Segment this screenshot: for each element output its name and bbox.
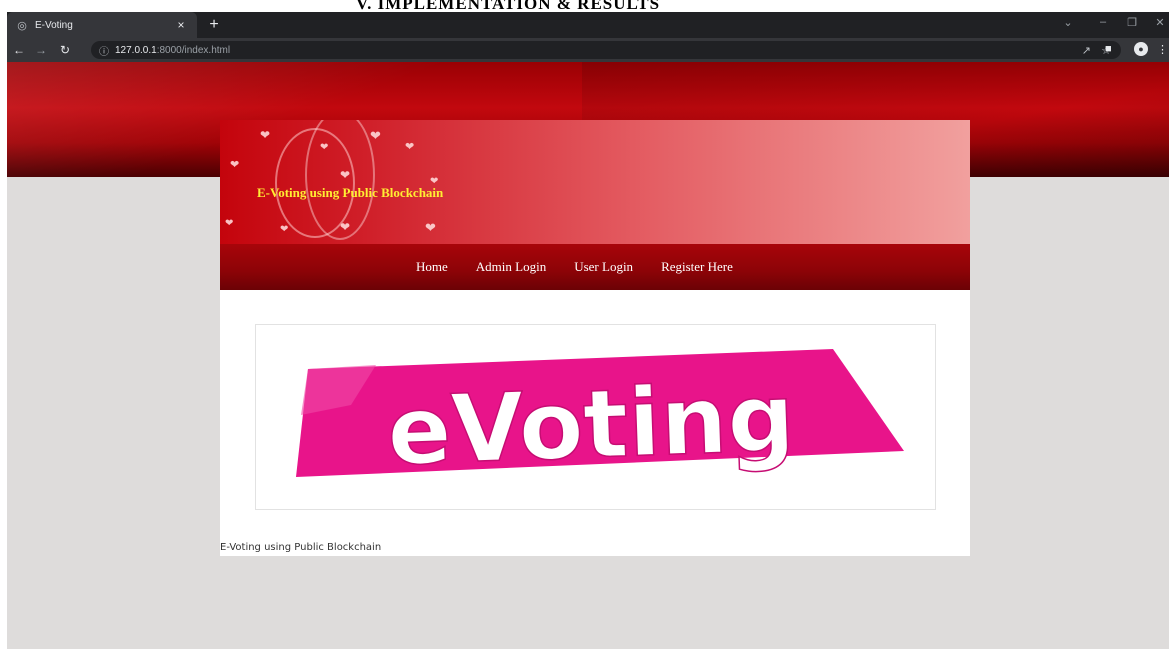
page-viewport: ❤ ❤ ❤ ❤ ❤ ❤ ❤ ❤ ❤ ❤ ❤ E-Voting using Pub… bbox=[7, 62, 1169, 649]
menu-item-user-login[interactable]: User Login bbox=[574, 259, 633, 275]
heart-icon: ❤ bbox=[340, 220, 351, 234]
heart-icon: ❤ bbox=[230, 159, 240, 171]
heart-icon: ❤ bbox=[320, 142, 329, 153]
document-caption: V. IMPLEMENTATION & RESULTS bbox=[0, 0, 1169, 12]
evoting-logo: eVoting bbox=[255, 324, 936, 510]
profile-icon[interactable]: ● bbox=[1134, 42, 1148, 56]
address-bar: ← → ↻ ⓘ 127.0.0.1 :8000/index.html ↗ ☆ ■… bbox=[7, 38, 1169, 62]
browser-tab[interactable]: ◎ E-Voting × bbox=[7, 12, 197, 38]
heart-icon: ❤ bbox=[260, 128, 271, 142]
site-title: E-Voting using Public Blockchain bbox=[257, 185, 444, 200]
restore-icon[interactable]: ❐ bbox=[1121, 16, 1143, 29]
globe-icon: ◎ bbox=[17, 19, 27, 32]
heart-icon: ❤ bbox=[340, 168, 351, 182]
close-tab-icon[interactable]: × bbox=[173, 18, 189, 32]
site-container: ❤ ❤ ❤ ❤ ❤ ❤ ❤ ❤ ❤ ❤ ❤ E-Voting using Pub… bbox=[220, 120, 970, 556]
logo-text: eVoting bbox=[386, 364, 797, 487]
footer-text: E-Voting using Public Blockchain bbox=[220, 542, 382, 553]
tab-search-icon[interactable]: ⌄ bbox=[1057, 16, 1079, 29]
close-window-icon[interactable]: ✕ bbox=[1149, 16, 1169, 29]
url-path: :8000/index.html bbox=[156, 44, 231, 56]
heart-icon: ❤ bbox=[225, 218, 234, 229]
kebab-icon[interactable]: ⋮ bbox=[1157, 43, 1168, 56]
section-heading: V. IMPLEMENTATION & RESULTS bbox=[356, 0, 661, 12]
sidepanel-icon[interactable]: ■ bbox=[1105, 43, 1112, 55]
main-menu: Home Admin Login User Login Register Her… bbox=[220, 244, 970, 290]
tab-strip: ◎ E-Voting × + ⌄ – ❐ ✕ bbox=[7, 12, 1169, 38]
arrow-left-icon[interactable]: ← bbox=[11, 41, 27, 59]
evoting-logo-graphic: eVoting bbox=[296, 349, 904, 488]
share-icon[interactable]: ↗ bbox=[1082, 44, 1091, 57]
heart-icon: ❤ bbox=[370, 128, 381, 143]
minimize-icon[interactable]: – bbox=[1092, 16, 1114, 28]
menu-item-home[interactable]: Home bbox=[416, 259, 448, 275]
reload-icon[interactable]: ↻ bbox=[57, 41, 73, 59]
menu-item-admin-login[interactable]: Admin Login bbox=[476, 259, 546, 275]
menu-item-register[interactable]: Register Here bbox=[661, 259, 733, 275]
site-banner: ❤ ❤ ❤ ❤ ❤ ❤ ❤ ❤ ❤ ❤ ❤ E-Voting using Pub… bbox=[220, 120, 970, 244]
heart-icon: ❤ bbox=[280, 224, 289, 235]
url-host: 127.0.0.1 bbox=[115, 44, 157, 56]
browser-window: ◎ E-Voting × + ⌄ – ❐ ✕ ← → ↻ ⓘ 127.0.0.1… bbox=[7, 12, 1169, 649]
url-input[interactable]: ⓘ 127.0.0.1 :8000/index.html ↗ ☆ bbox=[91, 41, 1121, 59]
info-icon[interactable]: ⓘ bbox=[99, 43, 111, 58]
new-tab-button[interactable]: + bbox=[205, 15, 223, 35]
heart-icon: ❤ bbox=[425, 220, 436, 235]
tab-title: E-Voting bbox=[35, 19, 73, 31]
heart-icon: ❤ bbox=[405, 141, 415, 153]
arrow-right-icon[interactable]: → bbox=[33, 41, 49, 59]
